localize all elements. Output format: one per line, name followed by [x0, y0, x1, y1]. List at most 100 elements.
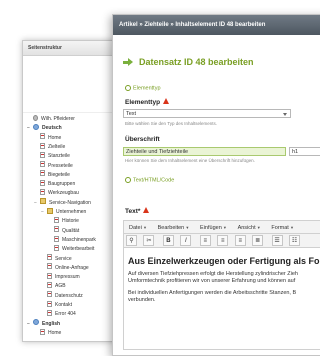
page-icon: [40, 170, 45, 177]
tree-item-label: Historie: [62, 218, 79, 225]
align-justify-icon[interactable]: ≣: [252, 235, 264, 246]
element-type-select[interactable]: Text: [123, 109, 291, 118]
tree-item[interactable]: Werkzeugbau: [34, 189, 79, 198]
tree-item-label: Maschinenpark: [62, 236, 96, 243]
page-icon: [47, 263, 52, 270]
page-icon: [54, 244, 59, 251]
headline-level-select[interactable]: h1: [289, 147, 320, 156]
tree-item[interactable]: Home: [34, 133, 62, 143]
tree-item-label: Error 404: [55, 311, 76, 318]
tree-item-label: Online-Anfrage: [55, 264, 89, 271]
menu-format[interactable]: Format: [266, 221, 298, 235]
tree-item[interactable]: Weiterbearbeit: [48, 244, 94, 254]
page-icon: [40, 161, 45, 168]
tree-item-label: Kontakt: [55, 302, 72, 308]
menu-ansicht[interactable]: Ansicht: [233, 221, 265, 235]
tree-item[interactable]: − Deutsch: [27, 123, 62, 133]
align-left-icon[interactable]: ≡: [199, 235, 211, 246]
editor-paragraph-2: Bei individuellen Anfertigungen werden d…: [128, 290, 297, 303]
tree-item[interactable]: − Unternehmen: [41, 207, 87, 217]
tree-item-label: Home: [48, 329, 62, 336]
tree-item[interactable]: − Service-Navigation: [34, 198, 91, 208]
tree-item-label: Unternehmen: [56, 209, 87, 215]
tree-item[interactable]: Historie: [48, 216, 79, 226]
tree-item[interactable]: Error 404: [41, 309, 76, 319]
arrow-right-icon: [123, 58, 133, 67]
tree-item[interactable]: AGB: [41, 282, 66, 291]
align-right-icon[interactable]: ≡: [234, 235, 246, 246]
tree-item[interactable]: Online-Anfrage: [41, 263, 89, 273]
edit-element-window: Artikel » Ziehteile » Inhaltselement ID …: [112, 14, 320, 356]
tree-item-label: Impressum: [55, 274, 80, 281]
tree-item-label: Zielteile: [48, 143, 66, 150]
tree-item-label: English: [42, 320, 61, 327]
toggle-icon: [125, 85, 131, 91]
tree-item-label: Baugruppen: [48, 181, 76, 188]
menu-bearbeiten[interactable]: Bearbeiten: [153, 221, 194, 235]
page-icon: [47, 254, 52, 261]
page-icon: [47, 300, 52, 307]
text-label: Text*: [125, 207, 150, 215]
warning-icon: [143, 207, 150, 214]
page-icon: [40, 328, 45, 335]
headline-help: Hier können Sie dem Inhaltselement eine …: [125, 158, 255, 163]
headline-input[interactable]: Ziehteile und Tiefziehteile: [123, 147, 286, 156]
tree-item[interactable]: Stanzteile: [34, 151, 70, 161]
page-icon: [40, 179, 45, 186]
globe-icon: [33, 319, 39, 326]
tree-item[interactable]: Kontakt: [41, 300, 72, 310]
tree-item-label: Wilh. Pfleiderer: [41, 116, 75, 122]
tree-item[interactable]: Zielteile: [34, 142, 66, 152]
tree-item[interactable]: Biegeteile: [34, 170, 70, 180]
tree-item[interactable]: Baugruppen: [34, 179, 76, 189]
menu-datei[interactable]: Datei: [124, 221, 151, 235]
page-icon: [40, 142, 45, 149]
numbered-list-icon[interactable]: ☷: [289, 235, 301, 246]
tree-item-label: Werkzeugbau: [48, 190, 79, 197]
editor-menubar: Datei Bearbeiten Einfügen Ansicht Format: [123, 220, 320, 234]
page-icon: [47, 272, 52, 279]
tree-item[interactable]: − English: [27, 319, 61, 329]
tree-item[interactable]: Presseteile: [34, 161, 73, 171]
page-icon: [54, 235, 59, 242]
page-icon: [54, 226, 59, 233]
headline-label: Überschrift: [125, 136, 160, 143]
tree-item[interactable]: Impressum: [41, 272, 80, 282]
page-title: Datensatz ID 48 bearbeiten: [139, 57, 254, 67]
link-icon[interactable]: ⚲: [126, 235, 137, 246]
tree-item[interactable]: Qualität: [48, 226, 79, 236]
editor-toolbar: ⚲ ✂ B I ≡ ≡ ≡ ≣ ☰ ☷: [123, 234, 320, 248]
page-icon: [40, 151, 45, 158]
toggle-icon: [125, 177, 131, 183]
italic-icon[interactable]: I: [180, 235, 192, 246]
tree-item-label: AGB: [55, 283, 66, 290]
element-type-help: Bitte wählen Sie den Typ des Inhaltselem…: [125, 121, 217, 126]
page-icon: [54, 216, 59, 223]
tree-item-label: Biegeteile: [48, 171, 70, 178]
list-icon[interactable]: ☰: [271, 235, 283, 246]
warning-icon: [163, 98, 170, 105]
tree-item[interactable]: Datenschutz: [41, 291, 83, 301]
rich-text-editor[interactable]: Aus Einzelwerkzeugen oder Fertigung als …: [123, 248, 320, 350]
align-center-icon[interactable]: ≡: [217, 235, 229, 246]
tree-item-label: Stanzteile: [48, 153, 70, 160]
editor-heading: Aus Einzelwerkzeugen oder Fertigung als …: [128, 256, 320, 266]
users-icon: [33, 114, 38, 121]
section-toggle-element[interactable]: Elementtyp: [125, 85, 161, 91]
folder-icon: [47, 207, 53, 214]
tree-item-label: Deutsch: [42, 125, 62, 132]
tree-item[interactable]: Home: [34, 328, 62, 338]
section-toggle-text[interactable]: Text/HTML/Code: [125, 177, 174, 183]
tree-item-label: Home: [48, 134, 62, 141]
breadcrumb: Artikel » Ziehteile » Inhaltselement ID …: [113, 15, 320, 35]
tree-item[interactable]: Wilh. Pfleiderer: [27, 114, 75, 124]
unlink-icon[interactable]: ✂: [143, 235, 155, 246]
globe-icon: [33, 123, 39, 130]
tree-item[interactable]: Service: [41, 254, 72, 264]
tree-item[interactable]: Maschinenpark: [48, 235, 96, 245]
tree-item-label: Service: [55, 255, 72, 262]
page-icon: [40, 133, 45, 140]
menu-einfuegen[interactable]: Einfügen: [195, 221, 231, 235]
bold-icon[interactable]: B: [162, 235, 174, 246]
page-icon: [47, 309, 52, 316]
